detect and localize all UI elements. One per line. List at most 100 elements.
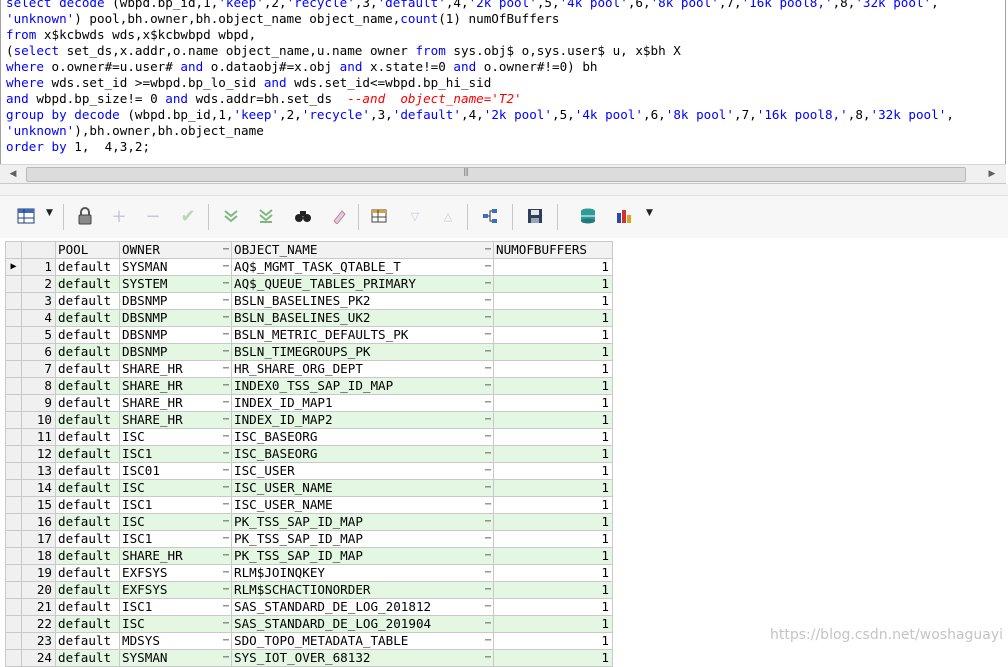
ellipsis-icon[interactable]: ⋯	[485, 498, 491, 513]
table-row[interactable]: 3 default DBSNMP ⋯ BSLN_BASELINES_PK2 ⋯ 1	[5, 292, 613, 310]
sql-editor[interactable]: select decode (wbpd.bp_id,1,'keep',2,'re…	[0, 0, 1006, 165]
row-indicator[interactable]	[5, 547, 22, 565]
cell-object-name[interactable]: PK_TSS_SAP_ID_MAP ⋯	[231, 513, 494, 531]
clear-icon[interactable]	[328, 205, 350, 227]
cell-numofbuffers[interactable]: 1	[493, 581, 613, 599]
column-header-numofbuffers[interactable]: NUMOFBUFFERS	[493, 241, 613, 259]
cell-owner[interactable]: ISC1 ⋯	[119, 530, 232, 548]
ellipsis-icon[interactable]: ⋯	[223, 362, 229, 377]
cell-pool[interactable]: default	[55, 326, 120, 344]
cell-numofbuffers[interactable]: 1	[493, 275, 613, 293]
cell-pool[interactable]: default	[55, 394, 120, 412]
cell-owner[interactable]: ISC ⋯	[119, 615, 232, 633]
row-indicator[interactable]	[5, 394, 22, 412]
cell-owner[interactable]: SHARE_HR ⋯	[119, 360, 232, 378]
table-row[interactable]: 15 default ISC1 ⋯ ISC_USER_NAME ⋯ 1	[5, 496, 613, 514]
cell-owner[interactable]: EXFSYS ⋯	[119, 564, 232, 582]
row-indicator[interactable]	[5, 513, 22, 531]
cell-pool[interactable]: default	[55, 258, 120, 276]
save-icon[interactable]	[524, 205, 546, 227]
scroll-right-icon[interactable]: ▶	[985, 167, 999, 181]
ellipsis-icon[interactable]: ⋯	[223, 260, 229, 275]
ellipsis-icon[interactable]: ⋯	[485, 566, 491, 581]
cell-owner[interactable]: ISC1 ⋯	[119, 496, 232, 514]
cell-numofbuffers[interactable]: 1	[493, 309, 613, 327]
cell-object-name[interactable]: AQ$_MGMT_TASK_QTABLE_T ⋯	[231, 258, 494, 276]
cell-object-name[interactable]: SDO_TOPO_METADATA_TABLE ⋯	[231, 632, 494, 650]
table-row[interactable]: 4 default DBSNMP ⋯ BSLN_BASELINES_UK2 ⋯ 1	[5, 309, 613, 327]
cell-owner[interactable]: DBSNMP ⋯	[119, 292, 232, 310]
export-icon[interactable]	[577, 205, 599, 227]
cell-numofbuffers[interactable]: 1	[493, 326, 613, 344]
ellipsis-icon[interactable]: ⋯	[485, 260, 491, 275]
cell-owner[interactable]: ISC ⋯	[119, 479, 232, 497]
cell-pool[interactable]: default	[55, 360, 120, 378]
scrollbar-thumb[interactable]	[26, 167, 966, 182]
cell-owner[interactable]: SHARE_HR ⋯	[119, 394, 232, 412]
cell-object-name[interactable]: ISC_BASEORG ⋯	[231, 428, 494, 446]
cell-numofbuffers[interactable]: 1	[493, 394, 613, 412]
cell-numofbuffers[interactable]: 1	[493, 632, 613, 650]
cell-object-name[interactable]: ISC_USER_NAME ⋯	[231, 479, 494, 497]
cell-object-name[interactable]: RLM$SCHACTIONORDER ⋯	[231, 581, 494, 599]
cell-owner[interactable]: SHARE_HR ⋯	[119, 411, 232, 429]
cell-owner[interactable]: ISC ⋯	[119, 428, 232, 446]
ellipsis-icon[interactable]: ⋯	[223, 651, 229, 666]
ellipsis-icon[interactable]: ⋯	[223, 311, 229, 326]
ellipsis-icon[interactable]: ⋯	[223, 328, 229, 343]
table-row[interactable]: 11 default ISC ⋯ ISC_BASEORG ⋯ 1	[5, 428, 613, 446]
table-row[interactable]: 19 default EXFSYS ⋯ RLM$JOINQKEY ⋯ 1	[5, 564, 613, 582]
cell-object-name[interactable]: INDEX0_TSS_SAP_ID_MAP ⋯	[231, 377, 494, 395]
ellipsis-icon[interactable]: ⋯	[223, 464, 229, 479]
row-indicator[interactable]	[5, 632, 22, 650]
cell-pool[interactable]: default	[55, 445, 120, 463]
ellipsis-icon[interactable]: ⋯	[485, 481, 491, 496]
cell-owner[interactable]: ISC ⋯	[119, 513, 232, 531]
cell-object-name[interactable]: INDEX_ID_MAP2 ⋯	[231, 411, 494, 429]
cell-numofbuffers[interactable]: 1	[493, 258, 613, 276]
ellipsis-icon[interactable]: ⋯	[485, 634, 491, 649]
ellipsis-icon[interactable]: ⋯	[485, 396, 491, 411]
table-row[interactable]: 22 default ISC ⋯ SAS_STANDARD_DE_LOG_201904 ⋯…	[5, 615, 613, 633]
cell-object-name[interactable]: HR_SHARE_ORG_DEPT ⋯	[231, 360, 494, 378]
cell-owner[interactable]: DBSNMP ⋯	[119, 309, 232, 327]
tree-view-icon[interactable]	[479, 205, 501, 227]
cell-owner[interactable]: SYSTEM ⋯	[119, 275, 232, 293]
result-grid[interactable]: POOL OWNER ⋯ OBJECT_NAME ⋯ NUMOFBUFFERS ▶ 1…	[5, 241, 613, 667]
row-indicator[interactable]	[5, 275, 22, 293]
cell-object-name[interactable]: ISC_USER ⋯	[231, 462, 494, 480]
ellipsis-icon[interactable]: ⋯	[485, 413, 491, 428]
ellipsis-icon[interactable]: ⋯	[485, 549, 491, 564]
table-row[interactable]: 17 default ISC1 ⋯ PK_TSS_SAP_ID_MAP ⋯ 1	[5, 530, 613, 548]
ellipsis-icon[interactable]: ⋯	[223, 413, 229, 428]
cell-numofbuffers[interactable]: 1	[493, 547, 613, 565]
table-row[interactable]: 23 default MDSYS ⋯ SDO_TOPO_METADATA_TABLE ⋯ 1	[5, 632, 613, 650]
cell-owner[interactable]: SHARE_HR ⋯	[119, 377, 232, 395]
row-indicator[interactable]	[5, 445, 22, 463]
cell-pool[interactable]: default	[55, 411, 120, 429]
cell-object-name[interactable]: BSLN_METRIC_DEFAULTS_PK ⋯	[231, 326, 494, 344]
ellipsis-icon[interactable]: ⋯	[223, 481, 229, 496]
grid-view-icon[interactable]	[15, 205, 37, 227]
cell-numofbuffers[interactable]: 1	[493, 445, 613, 463]
row-indicator[interactable]	[5, 479, 22, 497]
table-row[interactable]: 20 default EXFSYS ⋯ RLM$SCHACTIONORDER ⋯ 1	[5, 581, 613, 599]
cell-pool[interactable]: default	[55, 649, 120, 667]
ellipsis-icon[interactable]: ⋯	[223, 430, 229, 445]
cell-object-name[interactable]: PK_TSS_SAP_ID_MAP ⋯	[231, 530, 494, 548]
table-row[interactable]: 9 default SHARE_HR ⋯ INDEX_ID_MAP1 ⋯ 1	[5, 394, 613, 412]
delete-record-icon[interactable]: −	[142, 205, 164, 227]
fetch-next-icon[interactable]	[220, 205, 242, 227]
cell-numofbuffers[interactable]: 1	[493, 479, 613, 497]
cell-numofbuffers[interactable]: 1	[493, 360, 613, 378]
row-indicator[interactable]	[5, 615, 22, 633]
cell-object-name[interactable]: BSLN_TIMEGROUPS_PK ⋯	[231, 343, 494, 361]
cell-pool[interactable]: default	[55, 632, 120, 650]
cell-object-name[interactable]: SAS_STANDARD_DE_LOG_201904 ⋯	[231, 615, 494, 633]
cell-numofbuffers[interactable]: 1	[493, 377, 613, 395]
row-indicator[interactable]	[5, 649, 22, 667]
table-row[interactable]: 16 default ISC ⋯ PK_TSS_SAP_ID_MAP ⋯ 1	[5, 513, 613, 531]
cell-pool[interactable]: default	[55, 530, 120, 548]
row-indicator[interactable]	[5, 411, 22, 429]
ellipsis-icon[interactable]: ⋯	[485, 600, 491, 615]
